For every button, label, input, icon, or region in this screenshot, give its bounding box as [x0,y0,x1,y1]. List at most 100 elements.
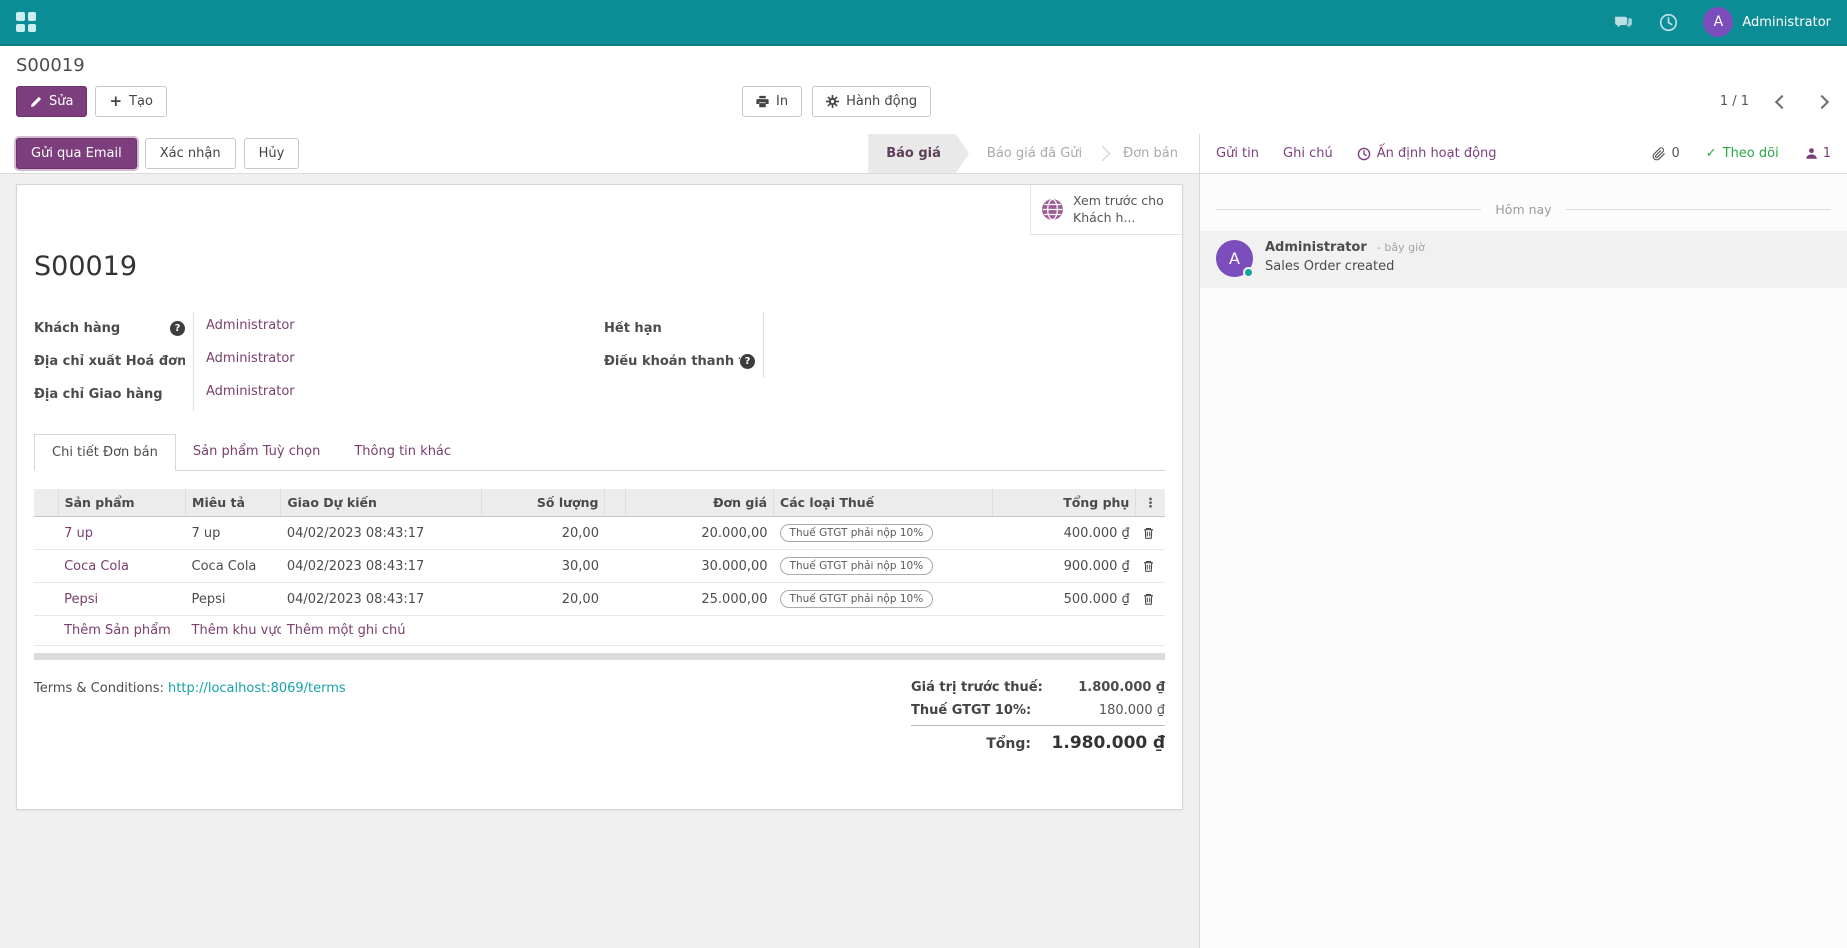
tab-order-lines[interactable]: Chi tiết Đơn bán [34,434,176,471]
print-button[interactable]: In [742,86,802,117]
table-row[interactable]: 7 up 7 up 04/02/2023 08:43:17 20,00 20.0… [34,517,1165,550]
terms-link[interactable]: http://localhost:8069/terms [168,681,346,696]
subtotal-cell: 500.000 ₫ [992,583,1136,616]
online-status-dot [1243,267,1254,278]
schedule-activity-button[interactable]: Ấn định hoạt động [1357,146,1497,161]
chatter-panel: Gửi tin Ghi chú Ấn định hoạt động 0 ✓ Th… [1200,134,1847,948]
delete-row-icon[interactable] [1136,583,1165,616]
tax-badge: Thuế GTGT phải nộp 10% [780,557,934,575]
date-divider: Hôm nay [1216,202,1831,217]
follow-button[interactable]: ✓ Theo dõi [1706,146,1779,161]
chatter-message[interactable]: A Administrator - bây giờ Sales Order cr… [1200,231,1847,288]
table-row[interactable]: Pepsi Pepsi 04/02/2023 08:43:17 20,00 25… [34,583,1165,616]
plus-icon: + [109,94,122,109]
step-quotation[interactable]: Báo giá [868,134,969,173]
send-by-email-button[interactable]: Gửi qua Email [16,138,137,169]
activities-clock-icon[interactable] [1658,12,1679,33]
notebook-tabs: Chi tiết Đơn bán Sản phẩm Tuỳ chọn Thông… [34,433,1165,471]
taxes-column-header[interactable]: Các loại Thuế [774,489,993,517]
tax-badge: Thuế GTGT phải nộp 10% [780,590,934,608]
expiration-label: Hết hạn [604,321,662,336]
create-button[interactable]: + Tạo [95,86,166,117]
confirm-button[interactable]: Xác nhận [145,138,236,169]
field-expiration: Hết hạn [604,312,1165,345]
tax-badge: Thuế GTGT phải nộp 10% [780,524,934,542]
product-column-header[interactable]: Sản phẩm [58,489,185,517]
subtotal-column-header[interactable]: Tổng phụ [992,489,1136,517]
pager-next-button[interactable] [1815,94,1829,108]
person-icon [1805,147,1818,160]
table-footer-row: Thêm Sản phẩm Thêm khu vực Thêm một ghi … [34,616,1165,646]
customer-preview-button[interactable]: Xem trước cho Khách h... [1030,185,1182,235]
attachments-button[interactable]: 0 [1652,146,1679,161]
order-title: S00019 [34,185,1165,282]
message-avatar: A [1216,240,1253,277]
quantity-cell: 30,00 [482,550,605,583]
delete-row-icon[interactable] [1136,550,1165,583]
message-author[interactable]: Administrator [1265,240,1367,255]
add-note-link[interactable]: Thêm một ghi chú [287,623,406,638]
followers-button[interactable]: 1 [1805,146,1831,161]
customer-value[interactable]: Administrator [194,312,295,345]
tab-other-info[interactable]: Thông tin khác [337,434,468,471]
step-quotation-sent[interactable]: Báo giá đã Gửi [969,134,1100,173]
printer-icon [756,95,769,108]
delivery-address-value[interactable]: Administrator [194,378,295,411]
table-row[interactable]: Coca Cola Coca Cola 04/02/2023 08:43:17 … [34,550,1165,583]
pager-previous-button[interactable] [1775,94,1789,108]
control-panel: S00019 Sửa + Tạo In Hành động 1 / 1 [0,46,1847,134]
subtotal-cell: 900.000 ₫ [992,550,1136,583]
apps-menu-icon[interactable] [16,12,36,32]
table-header-row: Sản phẩm Miêu tả Giao Dự kiến Số lượng Đ… [34,489,1165,517]
product-link[interactable]: 7 up [64,526,93,541]
user-avatar: A [1703,7,1733,37]
expiration-value[interactable] [764,312,776,345]
untaxed-amount-label: Giá trị trước thuế: [911,680,1043,695]
delivery-cell: 04/02/2023 08:43:17 [281,517,482,550]
delivery-cell: 04/02/2023 08:43:17 [281,583,482,616]
clock-icon [1357,147,1371,161]
uom-column-header [605,489,625,517]
preview-button-label: Xem trước cho Khách h... [1073,193,1167,226]
description-cell: Coca Cola [186,550,281,583]
send-message-button[interactable]: Gửi tin [1216,146,1259,161]
payment-terms-label: Điều khoản thanh toán [604,354,740,369]
help-icon[interactable]: ? [740,354,755,369]
invoice-address-value[interactable]: Administrator [194,345,295,378]
quantity-column-header[interactable]: Số lượng [482,489,605,517]
delivery-column-header[interactable]: Giao Dự kiến [281,489,482,517]
field-invoice-address: Địa chỉ xuất Hoá đơn Administrator [34,345,604,378]
add-section-link[interactable]: Thêm khu vực [192,623,281,638]
unit-price-column-header[interactable]: Đơn giá [625,489,774,517]
terms-and-conditions: Terms & Conditions: http://localhost:806… [34,676,346,696]
description-cell: Pepsi [186,583,281,616]
product-link[interactable]: Pepsi [64,592,98,607]
customer-label: Khách hàng [34,321,120,336]
optional-columns-icon[interactable]: ⋮ [1136,489,1165,517]
gear-icon [826,95,839,108]
statusbar: Gửi qua Email Xác nhận Hủy Báo giá Báo g… [0,134,1199,174]
action-button[interactable]: Hành động [812,86,931,117]
help-icon[interactable]: ? [170,321,185,336]
payment-terms-value[interactable] [764,345,776,378]
unit-price-cell: 25.000,00 [625,583,774,616]
edit-button[interactable]: Sửa [16,86,87,117]
add-product-link[interactable]: Thêm Sản phẩm [64,623,171,638]
subtotal-cell: 400.000 ₫ [992,517,1136,550]
user-menu[interactable]: A Administrator [1703,7,1831,37]
total-value: 1.980.000 ₫ [1047,733,1165,753]
messages-icon[interactable] [1613,12,1634,33]
breadcrumb[interactable]: S00019 [16,55,85,76]
horizontal-scrollbar[interactable] [34,653,1165,660]
check-icon: ✓ [1706,146,1717,161]
delivery-cell: 04/02/2023 08:43:17 [281,550,482,583]
product-link[interactable]: Coca Cola [64,559,129,574]
delete-row-icon[interactable] [1136,517,1165,550]
cancel-button[interactable]: Hủy [244,138,300,169]
description-column-header[interactable]: Miêu tả [186,489,281,517]
user-name: Administrator [1742,15,1831,30]
step-sales-order[interactable]: Đơn bán [1105,134,1196,173]
tab-optional-products[interactable]: Sản phẩm Tuỳ chọn [176,434,337,471]
log-note-button[interactable]: Ghi chú [1283,146,1333,161]
attachment-count: 0 [1671,146,1679,161]
